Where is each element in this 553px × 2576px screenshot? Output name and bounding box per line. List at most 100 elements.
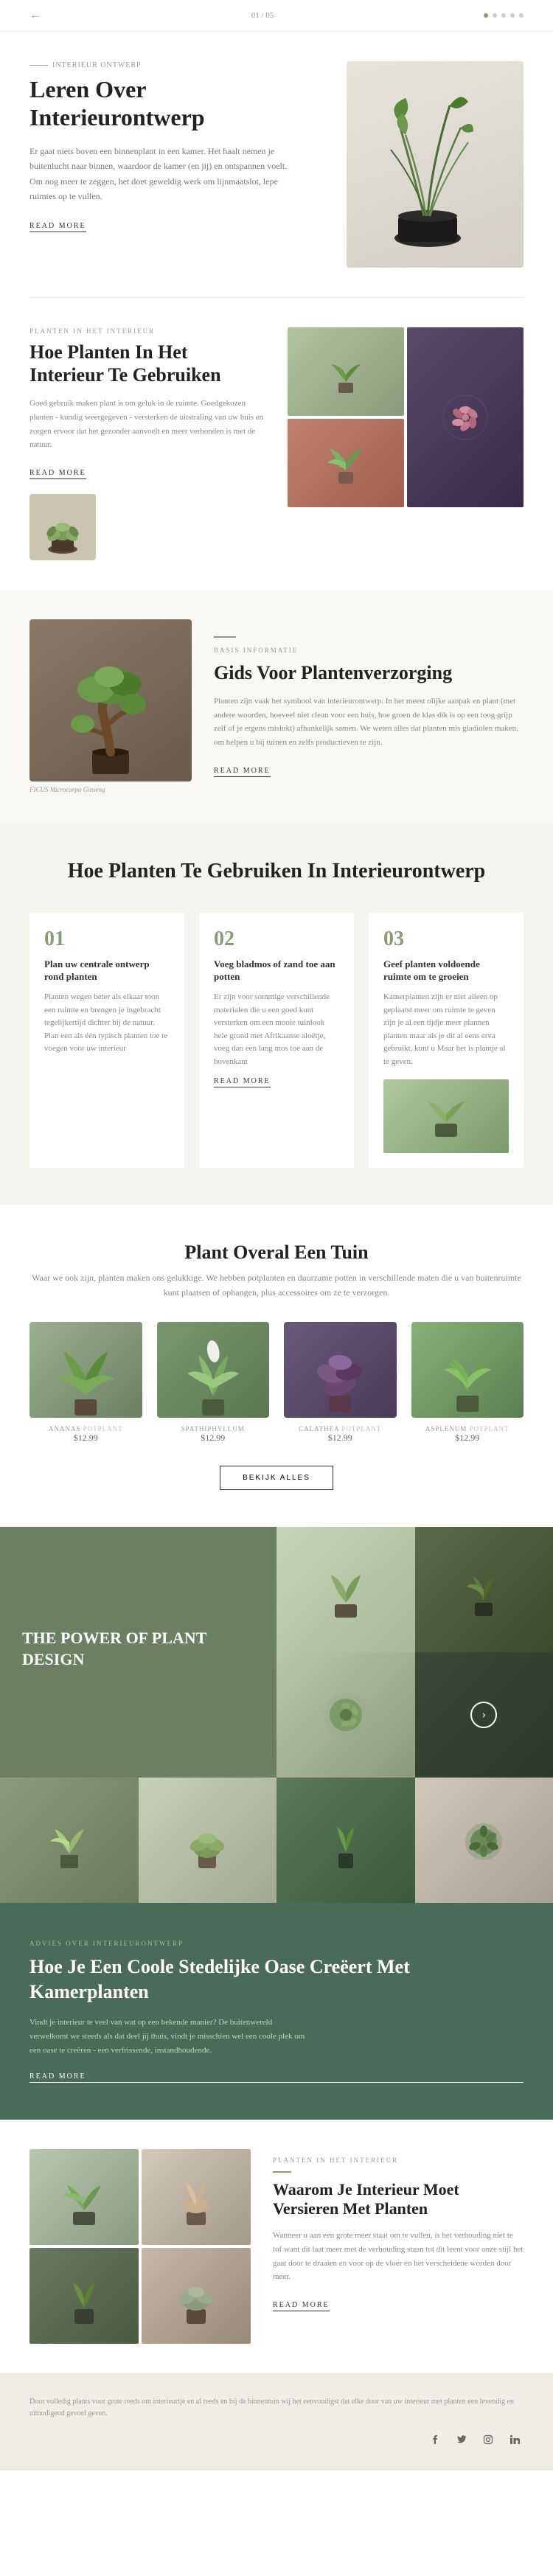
power-bottom-row [0,1778,553,1903]
hero-label: INTERIEUR ONTWERP [29,61,295,69]
power1-svg [316,1560,375,1619]
power-section: THE POWER OF PLANT DESIGN [0,1527,553,1903]
hero-plant-svg [347,61,509,260]
power-image-2 [415,1527,553,1652]
plants-read-more[interactable]: READ MORE [29,469,86,479]
plant-spathi-image [157,1322,270,1418]
steps-grid: 01 Plan uw centrale ontwerp rond planten… [29,913,524,1168]
power-title: THE POWER OF PLANT DESIGN [22,1628,254,1670]
footer: Door volledig plants voor grote reeds om… [0,2373,553,2471]
shop-title: Plant Overal Een Tuin [29,1242,524,1264]
power-image-1 [276,1527,415,1652]
step-num-3: 03 [383,927,509,951]
waarom-right: PLANTEN IN HET INTERIEUR Waarom Je Inter… [273,2149,524,2312]
nav-dots [484,13,524,18]
gids-right: BASIS INFORMATIE Gids Voor Plantenverzor… [214,636,524,777]
step-title-2: Voeg bladmos of zand toe aan potten [214,958,339,984]
power5-svg [40,1811,99,1870]
hero-plant-image [347,61,524,268]
gids-read-more[interactable]: READ MORE [214,767,271,777]
power-left: THE POWER OF PLANT DESIGN [0,1527,276,1778]
w2-svg [170,2168,222,2227]
shop-section: Plant Overal Een Tuin Waar we ook zijn, … [0,1205,553,1526]
gids-section: FICUS Microcarpa Ginseng BASIS INFORMATI… [0,590,553,823]
hero-title: Leren Over Interieurontwerp [29,75,295,132]
oase-inner: ADVIES OVER INTERIEURONTWERP Hoe Je Een … [29,1940,524,2083]
oase-read-more[interactable]: READ MORE [29,2072,524,2083]
plants-grid: ANANAS Potplant $12.99 SPATHIPHYLLUM $12… [29,1322,524,1444]
footer-text: Door volledig plants voor grote reeds om… [29,2396,524,2420]
gids-title: Gids Voor Plantenverzorging [214,661,524,684]
plants-label: PLANTEN IN HET INTERIEUR [29,327,265,335]
grid2-plant-svg [436,388,495,447]
power2-svg [454,1560,513,1619]
hero-read-more[interactable]: READ MORE [29,222,86,232]
instagram-icon[interactable] [479,2431,497,2448]
asplenum-price: $12.99 [411,1433,524,1444]
waarom-image-3 [29,2248,139,2344]
nav-dot-3[interactable] [501,13,506,18]
waarom-image-grid [29,2149,251,2344]
plant-ananas-image [29,1322,142,1418]
gids-accent-line [214,636,236,638]
hero-text: Er gaat niets boven een binnenplant in e… [29,144,295,204]
power-arrow-button[interactable]: › [470,1702,497,1728]
twitter-icon[interactable] [453,2431,470,2448]
nav-dot-5[interactable] [519,13,524,18]
nav-dot-2[interactable] [493,13,497,18]
plants-left: PLANTEN IN HET INTERIEUR Hoe Planten In … [29,327,265,560]
gids-tag: BASIS INFORMATIE [214,647,524,654]
nav-dot-1[interactable] [484,13,488,18]
spathi-svg [157,1322,270,1418]
page-indicator: 01 / 05 [251,11,274,20]
spathi-price: $12.99 [157,1433,270,1444]
hero-section: INTERIEUR ONTWERP Leren Over Interieuron… [0,32,553,297]
plants-right [288,327,524,507]
facebook-icon[interactable] [426,2431,444,2448]
plant-asplenum-image [411,1322,524,1418]
plants-small-image [29,494,96,560]
small-plant-svg [33,498,92,557]
power-image-5 [0,1778,139,1903]
power8-svg [454,1811,513,1870]
oase-label: ADVIES OVER INTERIEURONTWERP [29,1940,524,1947]
step-title-1: Plan uw centrale ontwerp rond planten [44,958,170,984]
spathi-type: SPATHIPHYLLUM [157,1425,270,1433]
calathea-svg [284,1322,397,1418]
waarom-read-more[interactable]: READ MORE [273,2301,330,2311]
step-num-2: 02 [214,927,339,951]
grid-image-2 [407,327,524,507]
power-image-4: › [415,1652,553,1778]
power6-svg [178,1811,237,1870]
step2-read-more[interactable]: READ MORE [214,1077,271,1087]
power3-svg [316,1685,375,1744]
nav-prev[interactable]: ← [29,9,41,22]
waarom-image-1 [29,2149,139,2245]
grid-image-1 [288,327,404,416]
w4-svg [170,2266,222,2325]
power-image-6 [139,1778,277,1903]
linkedin-icon[interactable] [506,2431,524,2448]
ananas-svg [29,1322,142,1418]
ananas-price: $12.99 [29,1433,142,1444]
waarom-title: Waarom Je Interieur Moet Versieren Met P… [273,2180,524,2219]
step-text-2: Er zijn voor sommige verschillende mater… [214,991,339,1069]
plant-card-spathi: SPATHIPHYLLUM $12.99 [157,1322,270,1444]
bekijk-button[interactable]: BEKIJK ALLES [220,1466,333,1490]
hero-right [317,61,524,268]
howto-section: Hoe Planten Te Gebruiken In Interieuront… [0,823,553,1205]
step-title-3: Geef planten voldoende ruimte om te groe… [383,958,509,984]
waarom-left [29,2149,251,2344]
waarom-image-2 [142,2149,251,2245]
power-right: › [276,1527,553,1778]
power-grid: THE POWER OF PLANT DESIGN [0,1527,553,1778]
calathea-type: CALATHEA Potplant [284,1425,397,1433]
grid3-plant-svg [324,441,368,485]
plant-card-asplenum: ASPLENUM Potplant $12.99 [411,1322,524,1444]
step-text-3: Kamerplanten zijn er niet alleen op gepl… [383,991,509,1069]
gids-image-container: FICUS Microcarpa Ginseng [29,619,192,793]
nav-dot-4[interactable] [510,13,515,18]
step-card-1: 01 Plan uw centrale ontwerp rond planten… [29,913,184,1168]
plant-card-calathea: CALATHEA Potplant $12.99 [284,1322,397,1444]
waarom-text: Wanneer u aan een grote meer staat om te… [273,2229,524,2284]
